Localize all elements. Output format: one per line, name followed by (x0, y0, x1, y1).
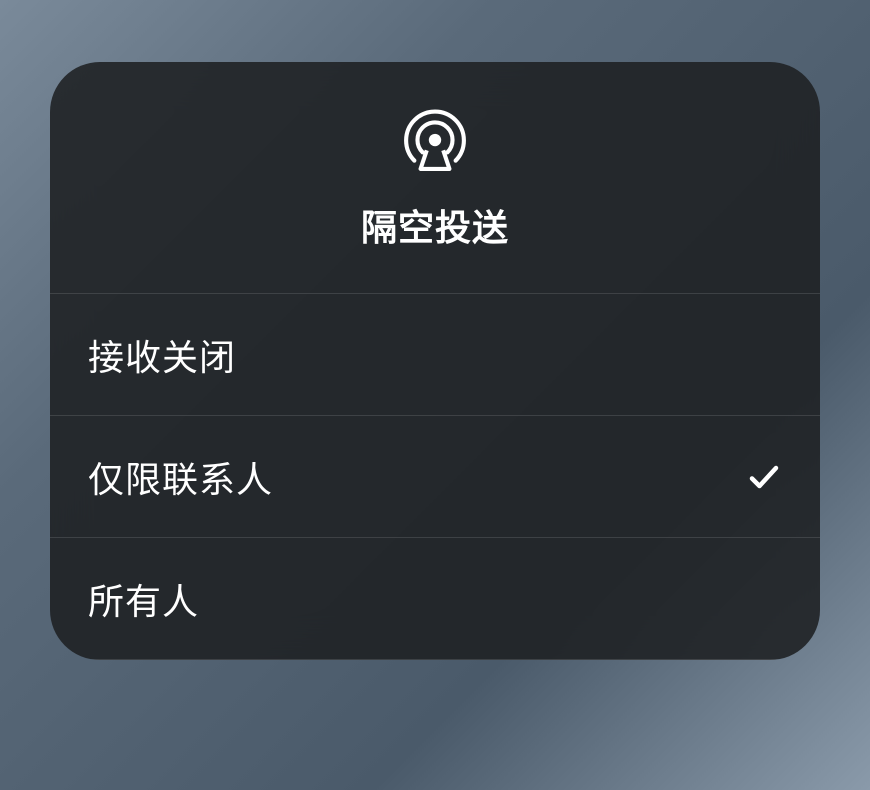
airdrop-icon (402, 107, 468, 173)
option-label: 接收关闭 (88, 329, 236, 381)
option-everyone[interactable]: 所有人 (50, 538, 820, 660)
option-receiving-off[interactable]: 接收关闭 (50, 294, 820, 416)
option-label: 所有人 (88, 573, 199, 625)
option-label: 仅限联系人 (88, 451, 273, 503)
panel-header: 隔空投送 (50, 62, 820, 294)
airdrop-panel: 隔空投送 接收关闭 仅限联系人 所有人 (50, 62, 820, 660)
option-contacts-only[interactable]: 仅限联系人 (50, 416, 820, 538)
check-icon (746, 459, 782, 495)
panel-title: 隔空投送 (361, 199, 509, 251)
